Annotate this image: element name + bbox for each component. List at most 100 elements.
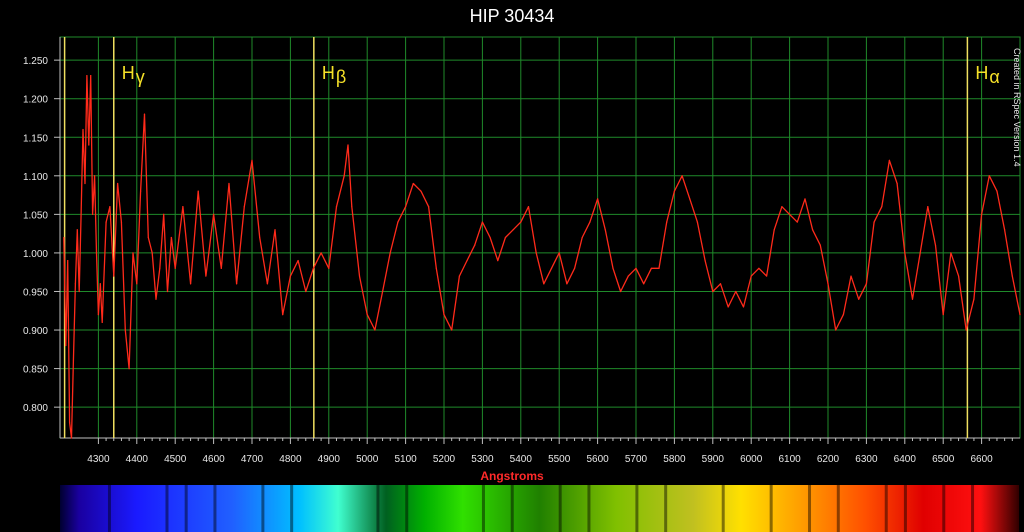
x-tick-label: 5500 bbox=[548, 454, 571, 465]
spectrum-data-point bbox=[620, 290, 622, 293]
x-tick-label: 5300 bbox=[471, 454, 494, 465]
x-tick-label: 5800 bbox=[663, 454, 686, 465]
spectrum-data-point bbox=[435, 267, 437, 269]
grid-layer bbox=[59, 36, 1021, 439]
x-axis-label: Angstroms bbox=[480, 469, 544, 483]
spectrum-data-point bbox=[643, 283, 645, 285]
spectrum-data-point bbox=[597, 198, 599, 200]
spectrum-data-point bbox=[666, 221, 668, 223]
spectrum-data-point bbox=[205, 275, 207, 277]
spectrum-data-point bbox=[635, 267, 637, 269]
spectrum-absorption-band bbox=[942, 485, 946, 532]
spectrum-data-point bbox=[74, 283, 76, 285]
spectrum-data-point bbox=[443, 314, 445, 316]
spectrum-data-point bbox=[750, 275, 752, 277]
spectrum-data-point bbox=[136, 283, 138, 285]
spectrum-data-point bbox=[773, 229, 775, 231]
spectrum-data-point bbox=[70, 437, 73, 439]
spectrum-data-point bbox=[251, 159, 253, 161]
spectrum-data-point bbox=[881, 206, 883, 208]
spectrum-data-point bbox=[850, 275, 852, 277]
spectrum-absorption-band bbox=[721, 485, 725, 532]
x-tick-label: 4300 bbox=[87, 454, 110, 465]
spectrum-data-point bbox=[412, 182, 414, 185]
spectrum-data-point bbox=[67, 260, 69, 262]
rspec-watermark: Created in RSpec Version 1.4 bbox=[1012, 48, 1022, 167]
x-tick-label: 5200 bbox=[433, 454, 456, 465]
x-tick-label: 4800 bbox=[279, 454, 302, 465]
spectrum-absorption-band bbox=[971, 485, 975, 532]
spectrum-data-point bbox=[765, 275, 768, 277]
x-tick-label: 6000 bbox=[740, 454, 763, 465]
spectrum-data-point bbox=[243, 206, 245, 208]
spectrum-data-point bbox=[543, 283, 545, 285]
spectrum-data-point bbox=[65, 344, 67, 347]
spectrum-data-point bbox=[804, 198, 806, 200]
spectrum-data-point bbox=[420, 190, 422, 192]
spectrum-absorption-band bbox=[558, 485, 562, 532]
spectrum-data-point bbox=[163, 213, 165, 215]
x-tick-label: 6200 bbox=[817, 454, 840, 465]
spectrum-data-point bbox=[128, 367, 130, 370]
spectrum-data-point bbox=[719, 283, 722, 285]
spectrum-absorption-band bbox=[376, 485, 380, 532]
spectrum-data-point bbox=[101, 321, 103, 323]
spectrum-data-point bbox=[132, 252, 134, 254]
spectrum-data-point bbox=[166, 290, 169, 293]
spectrum-data-point bbox=[911, 298, 914, 300]
spectrum-data-point bbox=[78, 290, 80, 293]
spectrum-data-point bbox=[236, 283, 238, 285]
spectrum-absorption-band bbox=[884, 485, 888, 532]
x-tick-label: 4500 bbox=[164, 454, 187, 465]
spectrum-data-point bbox=[147, 236, 149, 239]
spectrum-data-point bbox=[335, 206, 338, 208]
spectrum-absorption-band bbox=[213, 485, 217, 532]
x-tick-label: 6600 bbox=[970, 454, 993, 465]
spectrum-data-point bbox=[566, 283, 568, 285]
spectrum-data-point bbox=[266, 283, 268, 285]
spectrum-data-point bbox=[366, 314, 368, 316]
balmer-line-sublabel: β bbox=[336, 67, 346, 87]
spectrum-data-point bbox=[612, 267, 614, 269]
spectrum-data-point bbox=[865, 283, 868, 285]
spectrum-data-point bbox=[143, 113, 146, 115]
spectrum-data-point bbox=[550, 267, 553, 269]
spectrum-data-point bbox=[397, 221, 399, 223]
spectrum-data-point bbox=[466, 260, 468, 262]
spectrum-data-point bbox=[627, 275, 629, 277]
x-tick-label: 6100 bbox=[778, 454, 801, 465]
spectrum-data-point bbox=[182, 206, 184, 208]
spectrum-data-point bbox=[124, 329, 126, 331]
spectrum-data-point bbox=[650, 267, 652, 269]
spectrum-data-point bbox=[69, 421, 71, 424]
spectrum-data-point bbox=[155, 298, 157, 300]
spectrum-data-point bbox=[109, 206, 111, 208]
spectrum-data-point bbox=[86, 74, 88, 77]
spectrum-data-point bbox=[151, 252, 153, 254]
spectrum-data-point bbox=[981, 213, 983, 215]
x-tick-label: 6500 bbox=[932, 454, 955, 465]
x-tick-label: 4400 bbox=[126, 454, 149, 465]
balmer-line-sublabel: α bbox=[989, 67, 999, 87]
spectrum-data-point bbox=[117, 182, 119, 185]
spectrum-absorption-band bbox=[290, 485, 294, 532]
x-tick-label: 5600 bbox=[586, 454, 609, 465]
spectrum-data-point bbox=[873, 221, 875, 223]
spectrum-data-point bbox=[358, 275, 361, 277]
spectrum-data-point bbox=[220, 267, 222, 269]
spectrum-data-point bbox=[90, 74, 92, 77]
spectrum-data-point bbox=[88, 144, 90, 146]
y-tick-label: 0.850 bbox=[23, 365, 48, 376]
spectrum-absorption-band bbox=[184, 485, 188, 532]
spectrum-absorption-band bbox=[836, 485, 840, 532]
spectrum-data-point bbox=[72, 360, 75, 362]
spectrum-data-point bbox=[835, 329, 837, 331]
spectrum-data-point bbox=[796, 221, 798, 223]
y-tick-label: 0.950 bbox=[23, 287, 48, 298]
spectrum-data-point bbox=[343, 175, 345, 177]
spectrum-absorption-band bbox=[635, 485, 639, 532]
spectrum-data-point bbox=[497, 260, 499, 262]
spectrum-data-point bbox=[320, 252, 322, 254]
spectrum-data-point bbox=[558, 252, 560, 254]
spectrum-data-point bbox=[950, 252, 952, 254]
